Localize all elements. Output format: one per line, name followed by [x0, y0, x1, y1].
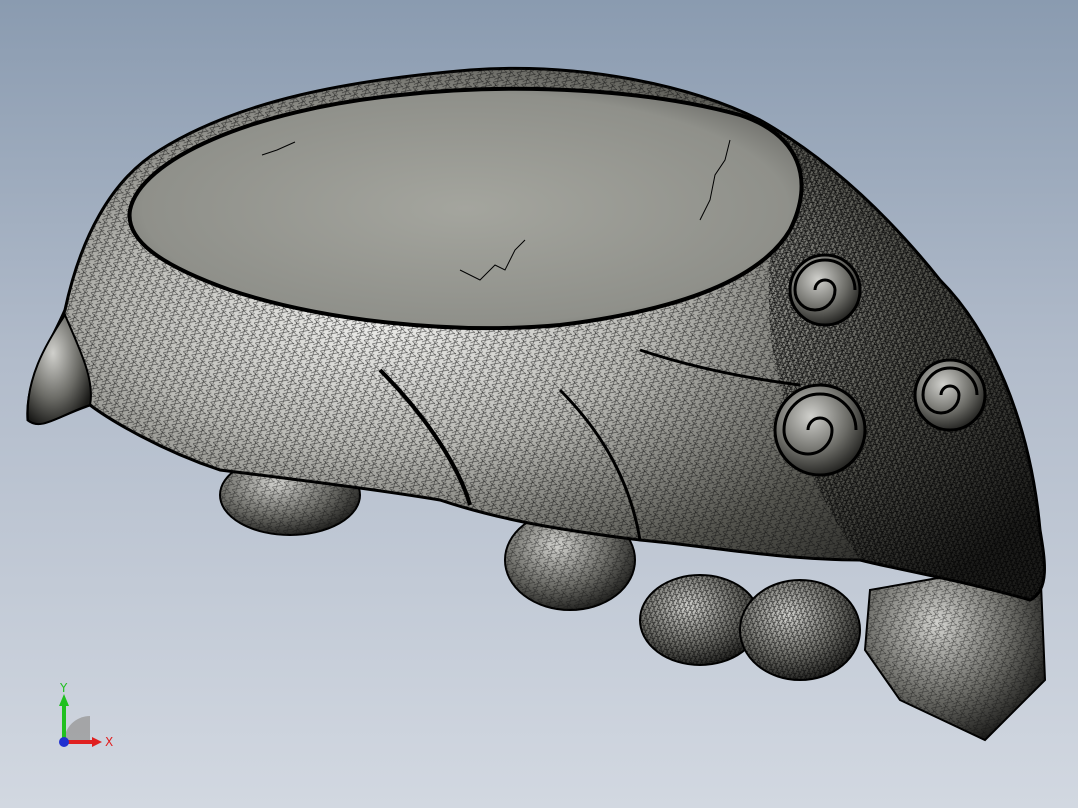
graphics-viewport[interactable]: Y X	[0, 0, 1078, 808]
x-arrowhead-icon	[92, 737, 102, 747]
y-axis-label: Y	[59, 681, 68, 695]
axis-triad: Y X	[59, 681, 113, 749]
3d-model[interactable]	[0, 0, 1078, 808]
y-arrowhead-icon	[59, 694, 69, 706]
x-axis-label: X	[105, 735, 113, 749]
z-axis-dot	[59, 737, 69, 747]
triad-plane-icon	[64, 716, 90, 742]
